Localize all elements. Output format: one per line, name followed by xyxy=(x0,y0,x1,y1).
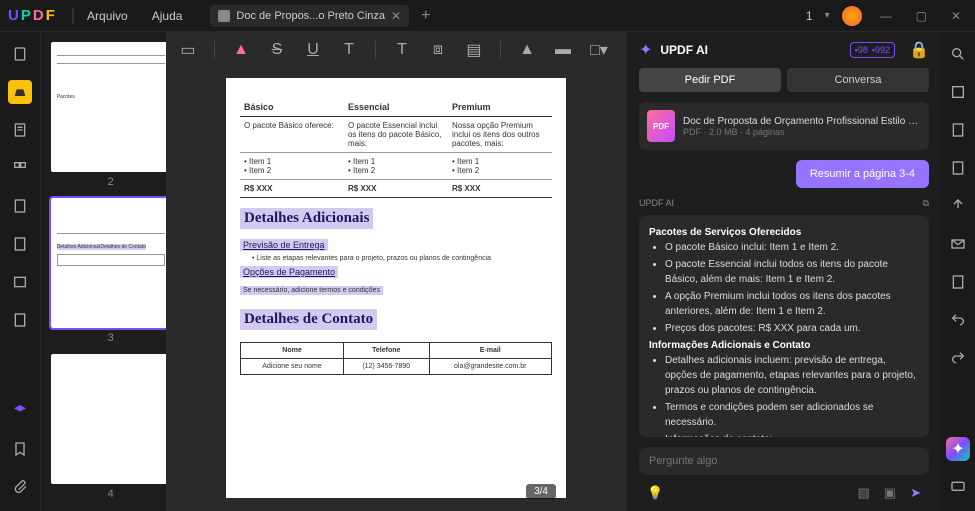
app-logo: UPDF xyxy=(8,7,55,24)
signature-icon[interactable]: ▬ xyxy=(553,40,573,60)
pdf-icon: PDF xyxy=(647,110,675,142)
titlebar: UPDF | Arquivo Ajuda Doc de Propos...o P… xyxy=(0,0,975,32)
ai-response-label: UPDF AI xyxy=(639,198,674,209)
save-icon[interactable] xyxy=(946,80,970,104)
right-toolbar: ✦ xyxy=(941,32,975,511)
edit-icon[interactable] xyxy=(8,118,32,142)
file-name: Doc de Proposta de Orçamento Profissiona… xyxy=(683,116,921,127)
user-avatar[interactable] xyxy=(842,6,862,26)
bulb-icon[interactable]: 💡 xyxy=(647,485,663,501)
bullet-text: • Liste as etapas relevantes para o proj… xyxy=(252,255,552,262)
pkg-basic-header: Básico xyxy=(240,102,344,112)
share-icon[interactable] xyxy=(946,194,970,218)
edit-toolbar: ▭ ▲ S U T T ⧈ ▤ ▲ ▬ □▾ xyxy=(166,32,626,68)
highlight-tool-icon[interactable]: ▲ xyxy=(231,40,251,60)
print-icon[interactable] xyxy=(946,156,970,180)
attach-icon[interactable]: ▣ xyxy=(884,485,896,501)
pdf-page: Básico Essencial Premium O pacote Básico… xyxy=(226,78,566,498)
pkg-basic-desc: O pacote Básico oferece: xyxy=(240,121,344,148)
page-indicator: 3/4 xyxy=(526,484,556,499)
tab-title: Doc de Propos...o Preto Cinza xyxy=(236,10,385,22)
textbox-icon[interactable]: T xyxy=(392,40,412,60)
details-title: Detalhes Adicionais xyxy=(240,208,373,229)
ai-prompt-input[interactable] xyxy=(649,455,919,467)
shape-icon[interactable]: □▾ xyxy=(589,40,609,60)
thumbnail-3[interactable]: Detalhes AdicionaisDetalhes de Contato 3 xyxy=(51,198,166,344)
delivery-subtitle: Previsão de Entrega xyxy=(240,239,328,251)
thumbnail-4[interactable]: 4 xyxy=(51,354,166,500)
note-icon[interactable]: ▤ xyxy=(464,40,484,60)
ai-panel: ✦ UPDF AI ▪98 ▪992 🔒 Pedir PDF Conversa … xyxy=(626,32,941,511)
version-label: 1 xyxy=(806,9,813,23)
terms-note: Se necessário, adicione termos e condiçõ… xyxy=(240,286,383,295)
lock-icon[interactable]: 🔒 xyxy=(909,40,929,60)
email-icon[interactable] xyxy=(946,232,970,256)
ai-logo-icon: ✦ xyxy=(639,40,652,60)
thumbnail-panel: Pacotes 2 Detalhes AdicionaisDetalhes de… xyxy=(41,32,166,511)
file-card[interactable]: PDF Doc de Proposta de Orçamento Profiss… xyxy=(639,102,929,150)
tool-icon[interactable] xyxy=(8,232,32,256)
ai-response: Pacotes de Serviços Oferecidos O pacote … xyxy=(639,215,929,437)
menu-help[interactable]: Ajuda xyxy=(140,5,195,27)
minimize-button[interactable]: — xyxy=(874,9,898,23)
maximize-button[interactable]: ▢ xyxy=(910,9,933,23)
close-button[interactable]: ✕ xyxy=(945,9,967,23)
redo-icon[interactable] xyxy=(946,346,970,370)
ai-input-box xyxy=(639,447,929,475)
copy-icon[interactable]: ⧉ xyxy=(923,198,929,209)
search-icon[interactable] xyxy=(946,42,970,66)
undo-icon[interactable] xyxy=(946,308,970,332)
protect-icon[interactable] xyxy=(8,270,32,294)
send-button[interactable]: ➤ xyxy=(910,485,921,501)
compress-icon[interactable] xyxy=(946,270,970,294)
thumb-label: 3 xyxy=(51,332,166,344)
price: R$ XXX xyxy=(240,184,344,193)
image-icon[interactable]: ▧ xyxy=(857,485,869,501)
pkg-essential-header: Essencial xyxy=(344,102,448,112)
stamp-icon[interactable]: ▲ xyxy=(517,40,537,60)
document-area: ▭ ▲ S U T T ⧈ ▤ ▲ ▬ □▾ Básico Essencial … xyxy=(166,32,626,511)
text-icon[interactable]: T xyxy=(339,40,359,60)
ai-title: UPDF AI xyxy=(660,43,708,57)
pkg-premium-header: Premium xyxy=(448,102,552,112)
tab-doc-icon xyxy=(218,10,230,22)
export-icon[interactable] xyxy=(946,118,970,142)
layers-icon[interactable] xyxy=(8,399,32,423)
underline-icon[interactable]: U xyxy=(303,40,323,60)
page-icon[interactable] xyxy=(8,42,32,66)
menu-file[interactable]: Arquivo xyxy=(75,5,140,27)
strikethrough-icon[interactable]: S xyxy=(267,40,287,60)
convert-icon[interactable] xyxy=(8,194,32,218)
add-tab-button[interactable]: + xyxy=(421,7,430,25)
file-meta: PDF · 2.0 MB · 4 páginas xyxy=(683,127,921,137)
document-tab[interactable]: Doc de Propos...o Preto Cinza ✕ xyxy=(210,5,409,27)
callout-icon[interactable]: ⧈ xyxy=(428,40,448,60)
contact-table: NomeTelefoneE-mail Adicione seu nome(12)… xyxy=(240,342,552,375)
comment-icon[interactable]: ▭ xyxy=(178,40,198,60)
form-icon[interactable] xyxy=(8,308,32,332)
document-viewport[interactable]: Básico Essencial Premium O pacote Básico… xyxy=(166,68,626,511)
left-toolbar xyxy=(0,32,41,511)
tab-chat[interactable]: Conversa xyxy=(787,68,929,92)
bookmark-icon[interactable] xyxy=(8,437,32,461)
pkg-essential-desc: O pacote Essencial inclui os itens do pa… xyxy=(344,121,448,148)
thumb-label: 4 xyxy=(51,488,166,500)
organize-icon[interactable] xyxy=(8,156,32,180)
contact-title: Detalhes de Contato xyxy=(240,309,377,330)
thumb-label: 2 xyxy=(51,176,166,188)
chevron-down-icon[interactable]: ▾ xyxy=(825,10,830,21)
attachment-icon[interactable] xyxy=(8,475,32,499)
ai-credits[interactable]: ▪98 ▪992 xyxy=(850,42,895,58)
summarize-button[interactable]: Resumir a página 3-4 xyxy=(796,160,929,188)
close-tab-icon[interactable]: ✕ xyxy=(391,9,401,23)
ai-assistant-icon[interactable]: ✦ xyxy=(946,437,970,461)
pkg-premium-desc: Nossa opção Premium inclui os itens dos … xyxy=(448,121,552,148)
payment-subtitle: Opções de Pagamento xyxy=(240,266,338,278)
chat-icon[interactable] xyxy=(946,475,970,499)
thumbnail-2[interactable]: Pacotes 2 xyxy=(51,42,166,188)
tab-ask-pdf[interactable]: Pedir PDF xyxy=(639,68,781,92)
highlight-icon[interactable] xyxy=(8,80,32,104)
